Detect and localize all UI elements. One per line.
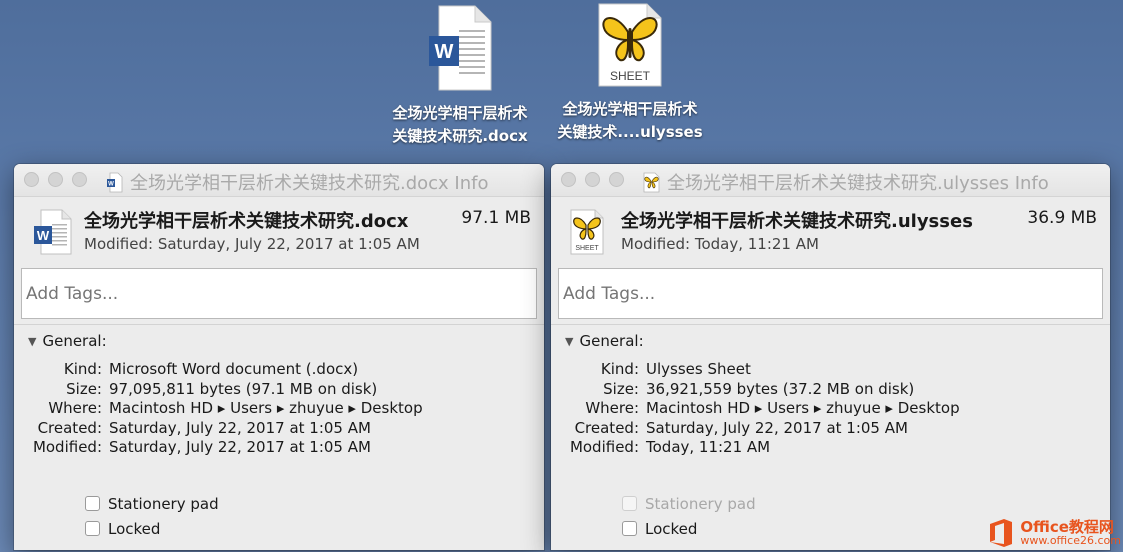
watermark-title: Office教程网 (1020, 518, 1114, 536)
zoom-button[interactable] (72, 172, 87, 187)
window-controls (24, 172, 87, 187)
checkbox-box[interactable] (85, 521, 100, 536)
locked-label: Locked (645, 519, 698, 538)
window-title-text: 全场光学相干层析术关键技术研究.ulysses Info (667, 173, 1049, 194)
window-title: W 全场光学相干层析术关键技术研究.docx Info (106, 169, 489, 195)
checkbox-box[interactable] (85, 496, 100, 511)
desktop-icon-ulysses[interactable]: SHEET 全场光学相干层析术 关键技术....ulysses (549, 2, 711, 144)
window-controls (561, 172, 624, 187)
file-name: 全场光学相干层析术关键技术研究.ulysses (621, 211, 973, 232)
info-row-modified: Modified: Saturday, July 22, 2017 at 1:05… (32, 438, 371, 457)
title-bar[interactable]: 全场光学相干层析术关键技术研究.ulysses Info (551, 164, 1110, 197)
info-row-kind: Kind: Ulysses Sheet (600, 360, 751, 378)
checkbox-box[interactable] (622, 521, 637, 536)
locked-label: Locked (108, 519, 161, 538)
tags-input[interactable] (558, 268, 1103, 319)
file-size: 36.9 MB (1027, 208, 1097, 228)
disclosure-triangle-icon: ▼ (565, 334, 574, 348)
window-title: 全场光学相干层析术关键技术研究.ulysses Info (643, 169, 1049, 195)
general-info-rows: Kind: Microsoft Word document (.docx) Siz… (14, 360, 544, 458)
checkbox-box (622, 496, 637, 511)
file-name: 全场光学相干层析术关键技术研究.docx (84, 211, 409, 232)
info-row-where: Where: Macintosh HD ▸ Users ▸ zhuyue ▸ De… (48, 399, 423, 418)
desktop-label-ulysses-line2: 关键技术....ulysses (557, 123, 703, 141)
watermark: Office教程网 www.office26.com (988, 518, 1121, 548)
word-doc-icon: W (107, 172, 123, 192)
close-button[interactable] (561, 172, 576, 187)
zoom-button[interactable] (609, 172, 624, 187)
locked-checkbox[interactable]: Locked (622, 516, 756, 541)
checkbox-group: Stationery pad Locked (622, 491, 756, 541)
ulysses-sheet-icon: SHEET (570, 209, 604, 255)
info-window-docx: W 全场光学相干层析术关键技术研究.docx Info W 全场光学相干层析术关… (14, 164, 544, 550)
close-button[interactable] (24, 172, 39, 187)
info-row-size: Size: 97,095,811 bytes (97.1 MB on disk) (66, 379, 378, 398)
watermark-url: www.office26.com (1020, 534, 1121, 547)
svg-text:W: W (108, 181, 114, 187)
desktop-label-docx-line1: 全场光学相干层析术 (392, 104, 528, 122)
info-row-size: Size: 36,921,559 bytes (37.2 MB on disk) (603, 379, 915, 398)
minimize-button[interactable] (48, 172, 63, 187)
checkbox-group: Stationery pad Locked (85, 491, 219, 541)
stationery-pad-checkbox[interactable]: Stationery pad (85, 491, 219, 516)
info-row-kind: Kind: Microsoft Word document (.docx) (63, 360, 359, 378)
general-label: General: (42, 332, 107, 350)
ulysses-sheet-icon: SHEET (598, 3, 662, 87)
divider (14, 324, 544, 325)
general-section-toggle[interactable]: ▼ General: (565, 332, 644, 350)
general-section-toggle[interactable]: ▼ General: (28, 332, 107, 350)
svg-text:W: W (37, 228, 50, 243)
file-modified: Modified: Saturday, July 22, 2017 at 1:0… (84, 235, 420, 253)
file-modified: Modified: Today, 11:21 AM (621, 235, 819, 253)
disclosure-triangle-icon: ▼ (28, 334, 37, 348)
tags-input[interactable] (21, 268, 537, 319)
general-info-rows: Kind: Ulysses Sheet Size: 36,921,559 bytes… (551, 360, 1110, 458)
info-row-created: Created: Saturday, July 22, 2017 at 1:05 … (37, 418, 371, 437)
info-row-where: Where: Macintosh HD ▸ Users ▸ zhuyue ▸ De… (585, 399, 960, 418)
general-label: General: (579, 332, 644, 350)
ulysses-sheet-icon (643, 172, 660, 192)
stationery-pad-label: Stationery pad (108, 494, 219, 513)
word-doc-icon: W (429, 5, 492, 91)
info-row-created: Created: Saturday, July 22, 2017 at 1:05 … (574, 418, 908, 437)
locked-checkbox[interactable]: Locked (85, 516, 219, 541)
divider (551, 324, 1110, 325)
title-bar[interactable]: W 全场光学相干层析术关键技术研究.docx Info (14, 164, 544, 197)
summary-section: SHEET 全场光学相干层析术关键技术研究.ulysses 36.9 MB Mo… (551, 197, 1110, 263)
sheet-badge-text: SHEET (575, 245, 599, 252)
word-doc-icon: W (34, 209, 72, 255)
window-title-text: 全场光学相干层析术关键技术研究.docx Info (130, 173, 489, 194)
office-logo-icon (990, 519, 1013, 547)
info-row-modified: Modified: Today, 11:21 AM (569, 438, 771, 457)
info-window-ulysses: 全场光学相干层析术关键技术研究.ulysses Info SHEET 全场光学相… (551, 164, 1110, 550)
desktop-label-docx-line2: 关键技术研究.docx (392, 127, 528, 145)
stationery-pad-checkbox: Stationery pad (622, 491, 756, 516)
sheet-badge-text: SHEET (610, 69, 651, 83)
stationery-pad-label: Stationery pad (645, 494, 756, 513)
summary-section: W 全场光学相干层析术关键技术研究.docx 97.1 MB Modified:… (14, 197, 544, 263)
svg-text:W: W (435, 41, 454, 63)
minimize-button[interactable] (585, 172, 600, 187)
desktop-icon-docx[interactable]: W 全场光学相干层析术 关键技术研究.docx (380, 4, 540, 148)
desktop-label-ulysses-line1: 全场光学相干层析术 (562, 100, 698, 118)
file-size: 97.1 MB (461, 208, 531, 228)
